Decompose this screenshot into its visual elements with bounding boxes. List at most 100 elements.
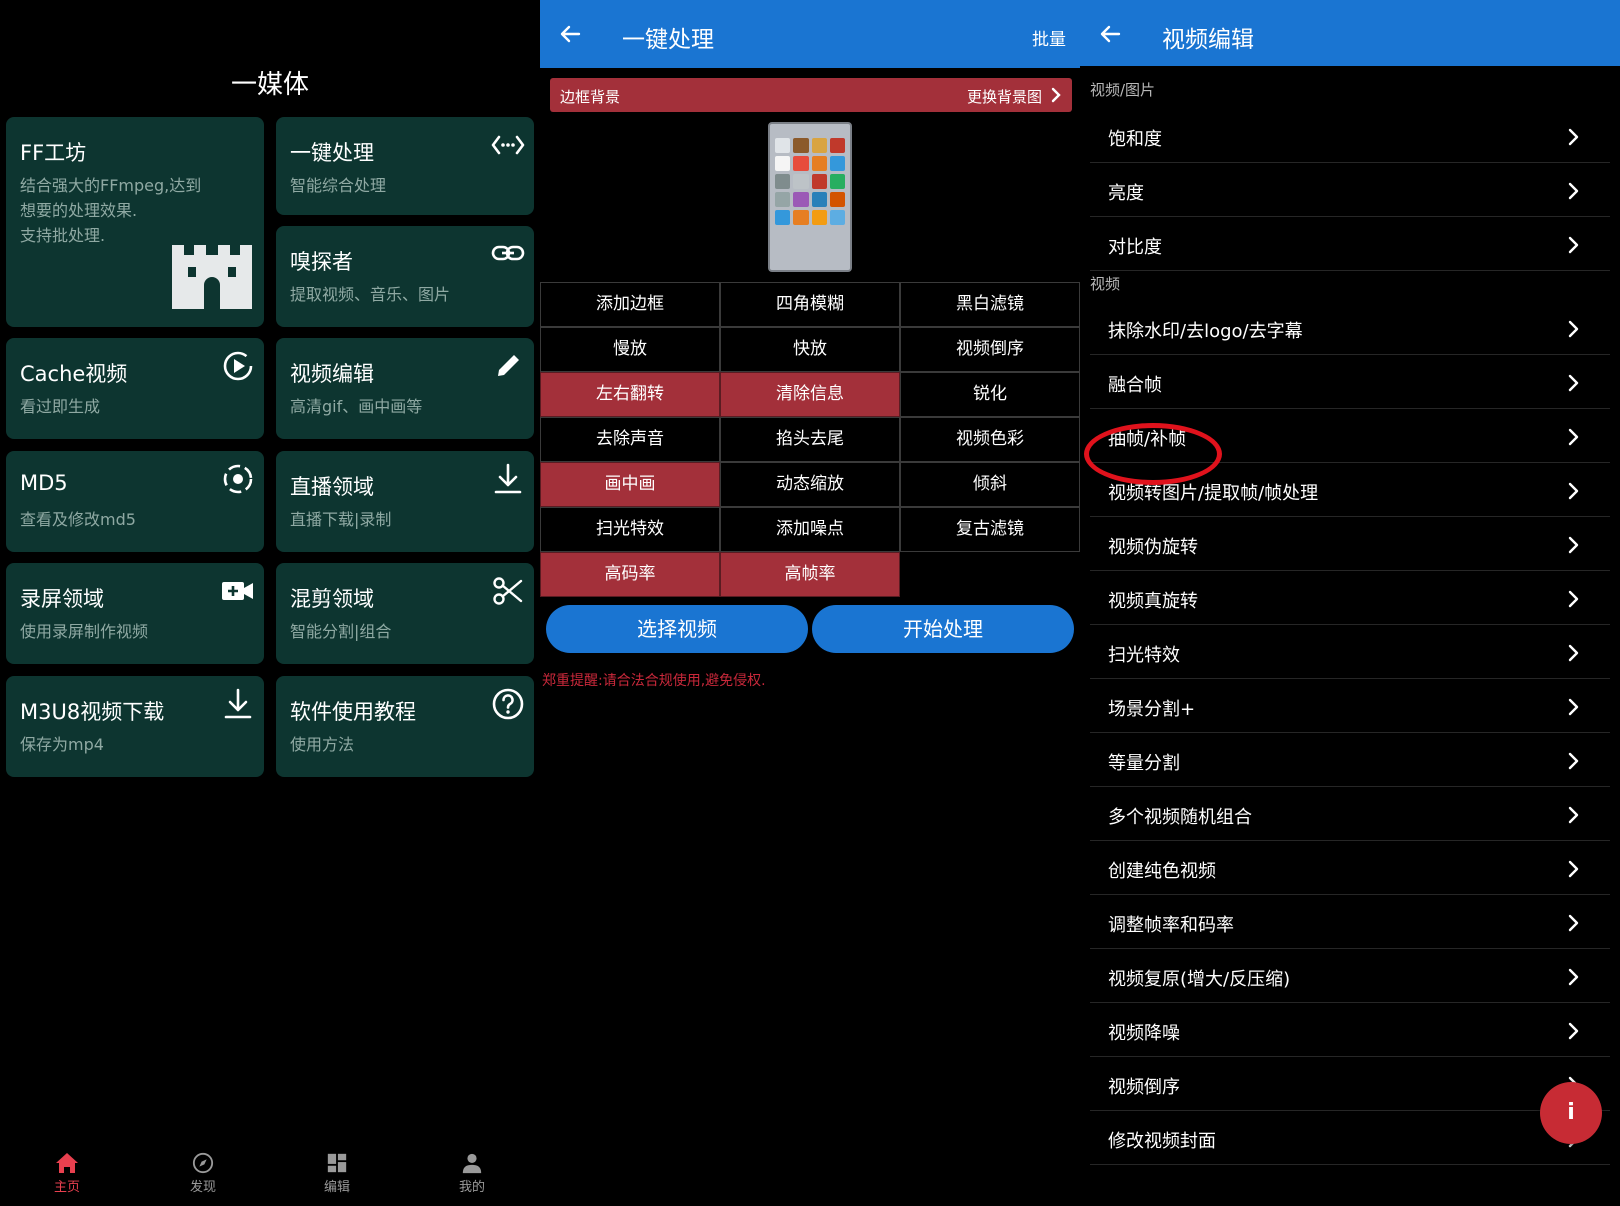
option-toggle[interactable]: 添加边框 — [540, 282, 720, 327]
edit-item-label: 视频伪旋转 — [1108, 537, 1198, 558]
chevron-right-icon — [1568, 644, 1579, 662]
back-arrow-icon[interactable] — [1098, 22, 1122, 46]
preview-app-tile — [811, 138, 827, 153]
card-m3u8-download[interactable]: M3U8视频下载 保存为mp4 — [6, 676, 264, 777]
edit-list-item[interactable]: 等量分割 — [1090, 734, 1610, 787]
preview-app-tile — [811, 192, 827, 207]
edit-list-item[interactable]: 视频倒序 — [1090, 1058, 1610, 1111]
option-toggle[interactable]: 锐化 — [900, 372, 1080, 417]
edit-list-item[interactable]: 视频降噪 — [1090, 1004, 1610, 1057]
option-toggle[interactable]: 视频色彩 — [900, 417, 1080, 462]
card-mix-cut[interactable]: 混剪领域 智能分割|组合 — [276, 563, 534, 664]
option-toggle[interactable]: 画中画 — [540, 462, 720, 507]
nav-item-edit[interactable]: 编辑 — [297, 1152, 377, 1195]
home-screen: 一媒体 FF工坊 结合强大的FFmpeg,达到 想要的处理效果. 支持批处理. … — [0, 0, 540, 1206]
edit-list-item[interactable]: 视频复原(增大/反压缩) — [1090, 950, 1610, 1003]
border-background-bar[interactable]: 边框背景 更换背景图 — [550, 78, 1072, 112]
nav-label: 我的 — [458, 1180, 485, 1195]
option-toggle[interactable]: 添加噪点 — [720, 507, 900, 552]
download-icon — [224, 688, 252, 719]
card-subtitle: 高清gif、画中画等 — [290, 397, 423, 416]
edit-item-label: 调整帧率和码率 — [1108, 915, 1234, 936]
edit-list-item[interactable]: 修改视频封面 — [1090, 1112, 1610, 1165]
page-title: 一键处理 — [622, 27, 714, 53]
chevron-right-icon — [1568, 752, 1579, 770]
edit-list-item[interactable]: 创建纯色视频 — [1090, 842, 1610, 895]
change-background-link[interactable]: 更换背景图 — [967, 86, 1042, 107]
card-subtitle: 查看及修改md5 — [20, 510, 136, 529]
card-subtitle: 结合强大的FFmpeg,达到 想要的处理效果. 支持批处理. — [20, 176, 202, 245]
card-video-edit[interactable]: 视频编辑 高清gif、画中画等 — [276, 338, 534, 439]
edit-list-item[interactable]: 抹除水印/去logo/去字幕 — [1090, 302, 1610, 355]
edit-list-item[interactable]: 亮度 — [1090, 164, 1610, 217]
option-toggle[interactable]: 扫光特效 — [540, 507, 720, 552]
chevron-right-icon — [1568, 968, 1579, 986]
card-subtitle: 智能综合处理 — [290, 176, 387, 195]
preview-app-tile — [829, 156, 845, 171]
edit-list-item[interactable]: 扫光特效 — [1090, 626, 1610, 679]
option-toggle[interactable]: 快放 — [720, 327, 900, 372]
edit-item-label: 多个视频随机组合 — [1108, 807, 1252, 828]
card-live[interactable]: 直播领域 直播下载|录制 — [276, 451, 534, 552]
card-screen-record[interactable]: 录屏领域 使用录屏制作视频 — [6, 563, 264, 664]
option-toggle[interactable]: 高帧率 — [720, 552, 900, 597]
chevron-right-icon — [1568, 236, 1579, 254]
edit-list-item[interactable]: 视频伪旋转 — [1090, 518, 1610, 571]
edit-list-item[interactable]: 对比度 — [1090, 218, 1610, 271]
option-toggle[interactable]: 去除声音 — [540, 417, 720, 462]
select-video-button[interactable]: 选择视频 — [546, 605, 808, 653]
edit-list-item[interactable]: 视频真旋转 — [1090, 572, 1610, 625]
app-bar: 视频编辑 — [1080, 0, 1620, 66]
video-camera-icon — [222, 582, 253, 600]
preview-app-grid — [775, 138, 845, 225]
card-tutorial[interactable]: 软件使用教程 使用方法 — [276, 676, 534, 777]
edit-list-item[interactable]: 调整帧率和码率 — [1090, 896, 1610, 949]
option-toggle[interactable]: 掐头去尾 — [720, 417, 900, 462]
nav-item-mine[interactable]: 我的 — [432, 1152, 512, 1195]
option-toggle[interactable]: 左右翻转 — [540, 372, 720, 417]
nav-label: 编辑 — [323, 1180, 350, 1195]
nav-item-home[interactable]: 主页 — [27, 1152, 107, 1195]
batch-button[interactable]: 批量 — [1032, 25, 1066, 50]
option-toggle[interactable]: 慢放 — [540, 327, 720, 372]
preview-app-tile — [775, 156, 791, 171]
start-processing-button[interactable]: 开始处理 — [812, 605, 1074, 653]
option-toggle[interactable]: 复古滤镜 — [900, 507, 1080, 552]
app-title: 一媒体 — [230, 70, 309, 100]
compass-icon — [192, 1152, 214, 1174]
back-arrow-icon[interactable] — [558, 22, 582, 46]
option-toggle[interactable]: 高码率 — [540, 552, 720, 597]
edit-list-item[interactable]: 多个视频随机组合 — [1090, 788, 1610, 841]
card-subtitle: 使用录屏制作视频 — [20, 622, 149, 641]
option-toggle[interactable]: 黑白滤镜 — [900, 282, 1080, 327]
preview-app-tile — [829, 138, 845, 153]
background-preview-thumbnail[interactable] — [768, 122, 852, 272]
card-title: Cache视频 — [20, 362, 128, 386]
card-sniffer[interactable]: 嗅探者 提取视频、音乐、图片 — [276, 226, 534, 327]
edit-item-label: 视频倒序 — [1108, 1077, 1180, 1098]
card-md5[interactable]: MD5 查看及修改md5 — [6, 451, 264, 552]
option-toggle[interactable]: 清除信息 — [720, 372, 900, 417]
chevron-right-icon — [1568, 182, 1579, 200]
edit-list-item[interactable]: 场景分割+ — [1090, 680, 1610, 733]
option-toggle[interactable]: 倾斜 — [900, 462, 1080, 507]
card-title: 录屏领域 — [20, 587, 104, 611]
card-subtitle: 保存为mp4 — [20, 735, 104, 754]
card-title: 混剪领域 — [290, 587, 374, 611]
nav-item-discover[interactable]: 发现 — [163, 1152, 243, 1195]
legal-warning: 郑重提醒:请合法合规使用,避免侵权. — [542, 673, 766, 689]
edit-list-item[interactable]: 融合帧 — [1090, 356, 1610, 409]
option-toggle[interactable]: 动态缩放 — [720, 462, 900, 507]
info-fab[interactable]: i — [1540, 1082, 1602, 1144]
edit-list-item[interactable]: 饱和度 — [1090, 110, 1610, 163]
card-cache-video[interactable]: Cache视频 看过即生成 — [6, 338, 264, 439]
bottom-navigation: 主页 发现 编辑 我的 — [0, 1140, 540, 1206]
card-ff-workshop[interactable]: FF工坊 结合强大的FFmpeg,达到 想要的处理效果. 支持批处理. — [6, 117, 264, 327]
chevron-right-icon — [1568, 428, 1579, 446]
pencil-icon — [498, 355, 519, 376]
option-toggle[interactable]: 视频倒序 — [900, 327, 1080, 372]
option-toggle[interactable]: 四角模糊 — [720, 282, 900, 327]
section-header: 视频/图片 — [1090, 81, 1156, 99]
chevron-right-icon — [1051, 87, 1061, 103]
card-one-click[interactable]: 一键处理 智能综合处理 — [276, 117, 534, 215]
